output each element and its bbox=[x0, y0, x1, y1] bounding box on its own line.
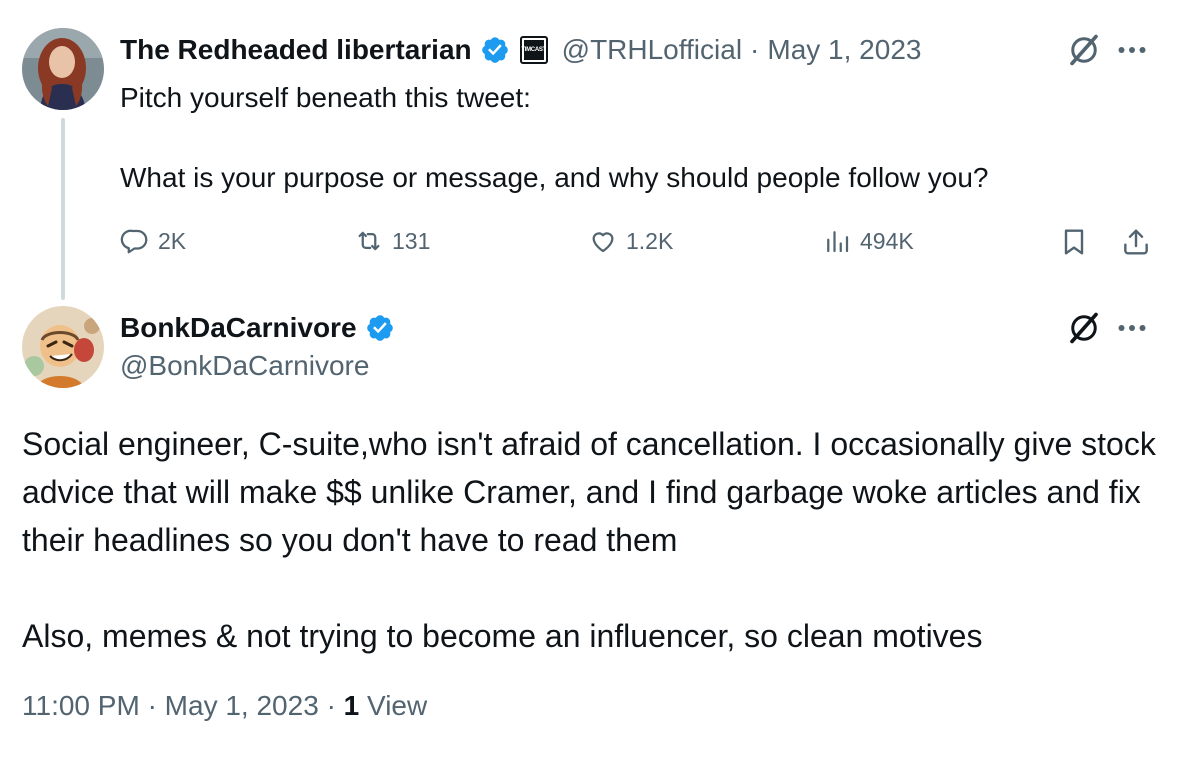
thread-connector-line bbox=[61, 118, 65, 300]
views-icon bbox=[827, 231, 849, 253]
tweet1-header: The Redheaded libertarian TIMCAST @TRHLo… bbox=[120, 30, 921, 70]
meta-separator: · bbox=[326, 690, 336, 721]
retweet-icon bbox=[358, 231, 380, 251]
view-count: 1 bbox=[343, 690, 360, 721]
tweet2-handle[interactable]: @BonkDaCarnivore bbox=[120, 350, 369, 382]
like-icon bbox=[592, 232, 614, 253]
tweet1-author-name[interactable]: The Redheaded libertarian bbox=[120, 34, 472, 66]
retweet-count: 131 bbox=[392, 227, 431, 254]
reply-button[interactable]: 2K bbox=[120, 226, 186, 256]
verified-badge-icon bbox=[365, 313, 395, 343]
avatar-tweet1[interactable] bbox=[22, 28, 104, 110]
tweet2-header: BonkDaCarnivore bbox=[120, 308, 395, 348]
grok-icon[interactable] bbox=[1066, 310, 1102, 346]
affiliation-badge[interactable]: TIMCAST bbox=[519, 36, 548, 64]
share-icon[interactable] bbox=[1120, 226, 1152, 258]
tweet2-date[interactable]: May 1, 2023 bbox=[165, 690, 319, 721]
more-icon[interactable] bbox=[1114, 310, 1150, 346]
retweet-button[interactable]: 131 bbox=[354, 226, 430, 256]
like-count: 1.2K bbox=[626, 227, 674, 254]
bookmark-icon[interactable] bbox=[1058, 226, 1090, 258]
tweet1-date[interactable]: May 1, 2023 bbox=[767, 34, 921, 66]
avatar-tweet2[interactable] bbox=[22, 306, 104, 388]
tweet2-footer: 11:00 PM · May 1, 2023 · 1 View bbox=[22, 690, 427, 722]
grok-icon[interactable] bbox=[1066, 32, 1102, 68]
tweet2-author-name[interactable]: BonkDaCarnivore bbox=[120, 312, 357, 344]
verified-badge-icon bbox=[480, 35, 510, 65]
like-button[interactable]: 1.2K bbox=[588, 226, 673, 256]
meta-separator: · bbox=[750, 34, 760, 65]
view-label: View bbox=[367, 690, 428, 721]
views-count: 494K bbox=[860, 227, 914, 254]
more-icon[interactable] bbox=[1114, 32, 1150, 68]
reply-icon bbox=[120, 229, 148, 254]
views-button[interactable]: 494K bbox=[822, 226, 914, 256]
reply-count: 2K bbox=[158, 227, 187, 254]
tweet2-text: Social engineer, C-suite,who isn't afrai… bbox=[22, 426, 1156, 654]
tweet1-text: Pitch yourself beneath this tweet: What … bbox=[120, 82, 989, 193]
tweet1-handle[interactable]: @TRHLofficial bbox=[562, 34, 742, 66]
affiliation-badge-label: TIMCAST bbox=[521, 40, 546, 60]
tweet2-time[interactable]: 11:00 PM bbox=[22, 690, 140, 721]
meta-separator: · bbox=[147, 690, 157, 721]
